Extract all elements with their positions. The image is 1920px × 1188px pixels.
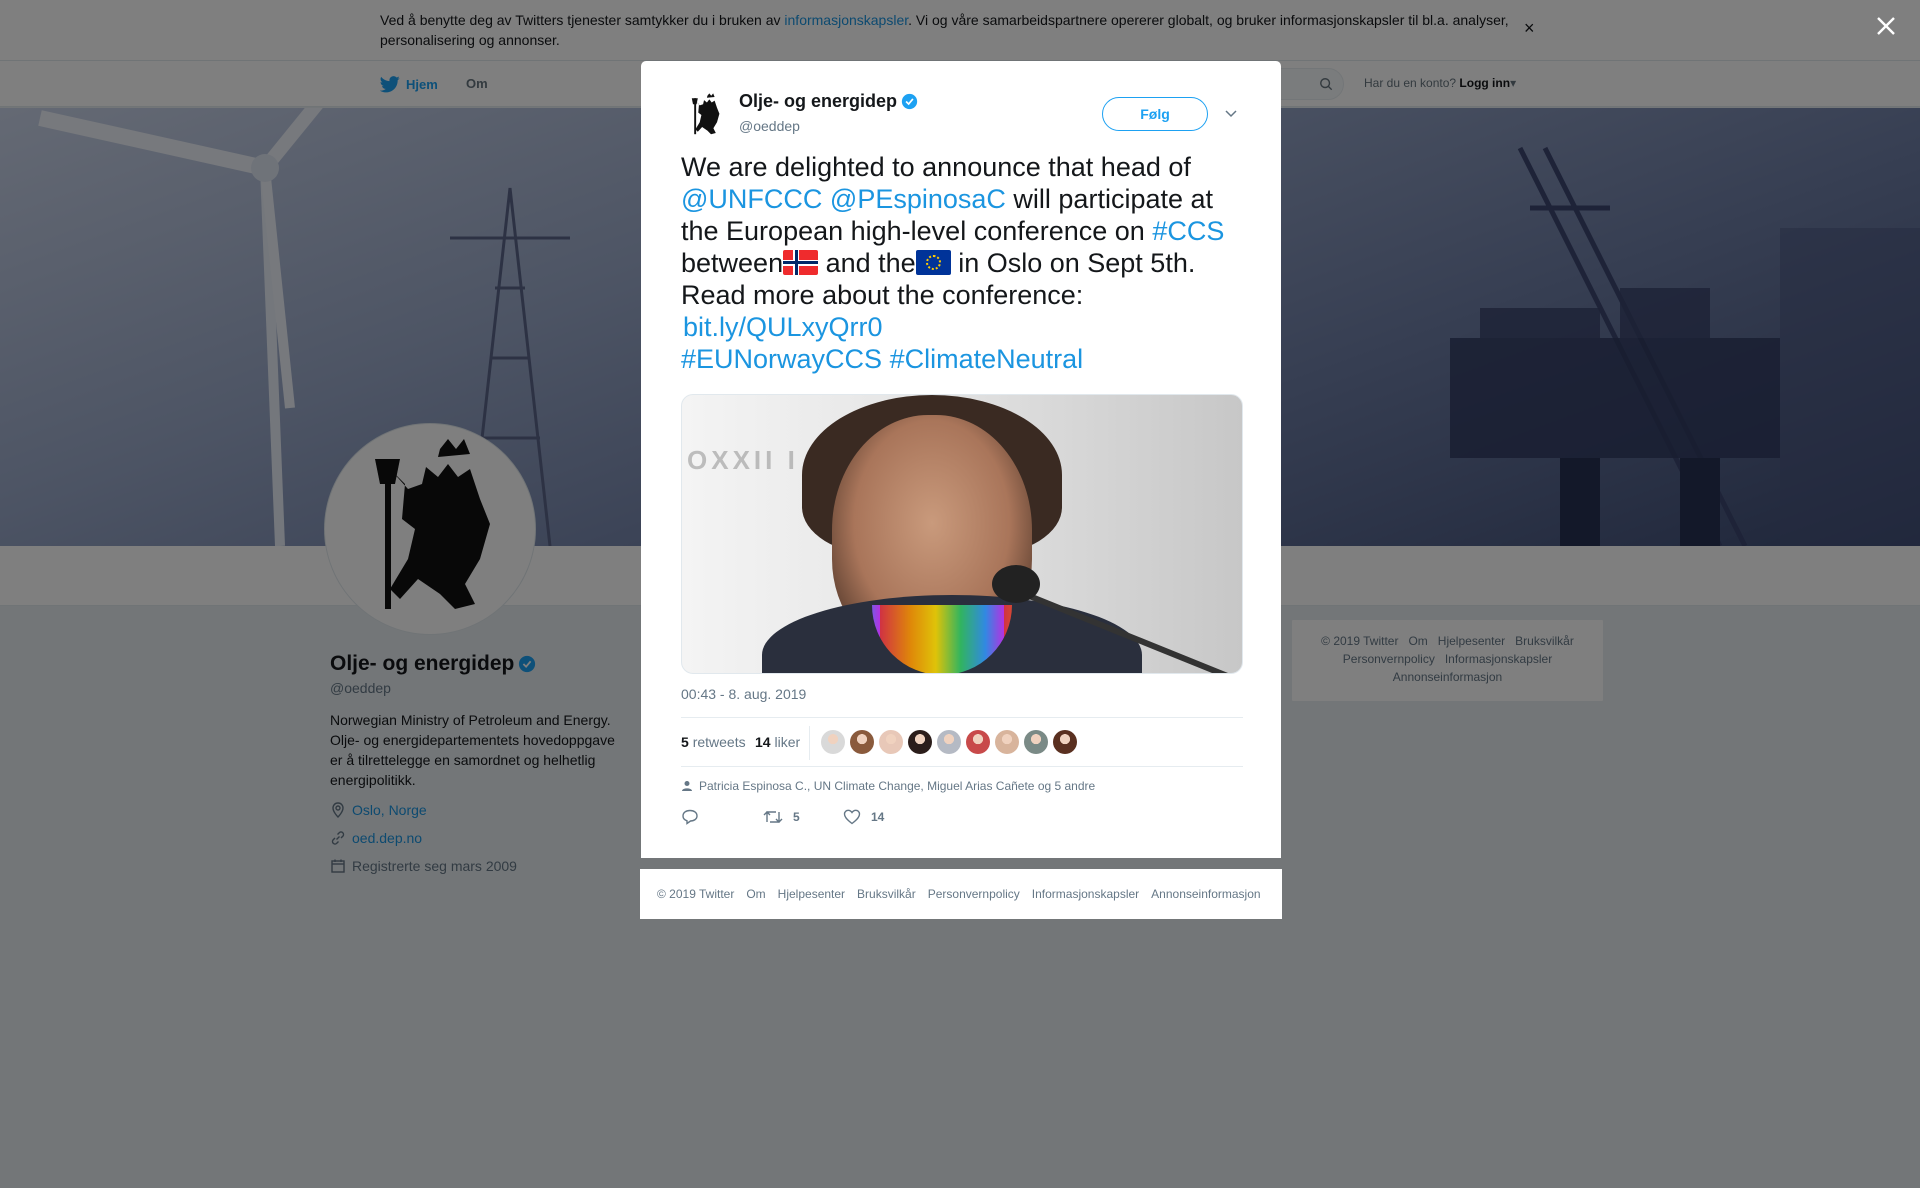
- reply-action[interactable]: [681, 809, 699, 825]
- likes-stat[interactable]: 14 liker: [755, 734, 800, 750]
- retweets-label: retweets: [692, 734, 746, 750]
- hashtag-eunorwayccs[interactable]: #EUNorwayCCS: [681, 344, 882, 374]
- follow-button[interactable]: Følg: [1102, 97, 1208, 131]
- person-icon: [682, 781, 692, 791]
- close-icon[interactable]: [1872, 12, 1900, 40]
- tweet-timestamp[interactable]: 00:43 - 8. aug. 2019: [681, 686, 806, 702]
- tweet-stats: 5 retweets 14 liker: [681, 717, 1243, 767]
- liker-avatar[interactable]: [879, 730, 903, 754]
- footer-terms-link[interactable]: Bruksvilkår: [857, 887, 916, 901]
- like-action-count: 14: [871, 810, 885, 824]
- footer-about-link[interactable]: Om: [746, 887, 765, 901]
- verified-badge-icon: [901, 93, 918, 110]
- retweet-action-count: 5: [793, 810, 800, 824]
- photo-microphone: [992, 565, 1040, 603]
- tweet-author-name-text: Olje- og energidep: [739, 91, 898, 111]
- stats-divider: [809, 726, 810, 760]
- tweet-text-part: and the: [818, 248, 916, 278]
- like-action[interactable]: 14: [843, 809, 884, 825]
- liker-avatar[interactable]: [995, 730, 1019, 754]
- liker-avatar[interactable]: [821, 730, 845, 754]
- tweet-author-name[interactable]: Olje- og energidep: [739, 91, 918, 112]
- retweet-action[interactable]: 5: [763, 809, 800, 825]
- eu-flag-icon: [915, 250, 951, 275]
- footer-cookies-link[interactable]: Informasjonskapsler: [1032, 887, 1139, 901]
- liker-avatar[interactable]: [1053, 730, 1077, 754]
- liker-avatar[interactable]: [1024, 730, 1048, 754]
- liker-avatar[interactable]: [850, 730, 874, 754]
- tweet-author-avatar[interactable]: [681, 91, 729, 139]
- tweet-text: We are delighted to announce that head o…: [681, 151, 1251, 375]
- modal-footer: © 2019 Twitter Om Hjelpesenter Bruksvilk…: [640, 869, 1282, 919]
- tweet-photo[interactable]: OXXII I ...: [681, 394, 1243, 674]
- tweet-author-handle[interactable]: @oeddep: [739, 118, 800, 134]
- reply-context-text[interactable]: Patricia Espinosa C., UN Climate Change,…: [699, 779, 1095, 793]
- tweet-text-part: We are delighted to announce that head o…: [681, 152, 1191, 182]
- likes-count: 14: [755, 734, 771, 750]
- retweet-icon: [763, 811, 783, 823]
- tweet-modal: Olje- og energidep @oeddep Følg We are d…: [641, 61, 1281, 858]
- reply-icon: [682, 809, 698, 825]
- tweet-text-part: between: [681, 248, 784, 278]
- footer-privacy-link[interactable]: Personvernpolicy: [928, 887, 1020, 901]
- retweets-count: 5: [681, 734, 689, 750]
- chevron-down-icon[interactable]: [1223, 105, 1239, 121]
- likers-avatars: [821, 730, 1077, 754]
- likes-label: liker: [774, 734, 801, 750]
- liker-avatar[interactable]: [937, 730, 961, 754]
- norway-flag-icon: [783, 250, 819, 275]
- footer-help-link[interactable]: Hjelpesenter: [778, 887, 845, 901]
- hashtag-ccs[interactable]: #CCS: [1152, 216, 1224, 246]
- footer-copyright: © 2019 Twitter: [657, 887, 735, 901]
- footer-ads-link[interactable]: Annonseinformasjon: [1151, 887, 1260, 901]
- tweet-link[interactable]: bit.ly/QULxyQrr0: [681, 312, 883, 342]
- mention-pespinosac[interactable]: @PEspinosaC: [830, 184, 1006, 214]
- mention-unfccc[interactable]: @UNFCCC: [681, 184, 822, 214]
- hashtag-climateneutral[interactable]: #ClimateNeutral: [890, 344, 1084, 374]
- reply-context: Patricia Espinosa C., UN Climate Change,…: [681, 779, 1095, 793]
- heart-icon: [843, 809, 861, 825]
- liker-avatar[interactable]: [908, 730, 932, 754]
- retweets-stat[interactable]: 5 retweets: [681, 734, 746, 750]
- liker-avatar[interactable]: [966, 730, 990, 754]
- lion-crest-icon: [691, 93, 720, 135]
